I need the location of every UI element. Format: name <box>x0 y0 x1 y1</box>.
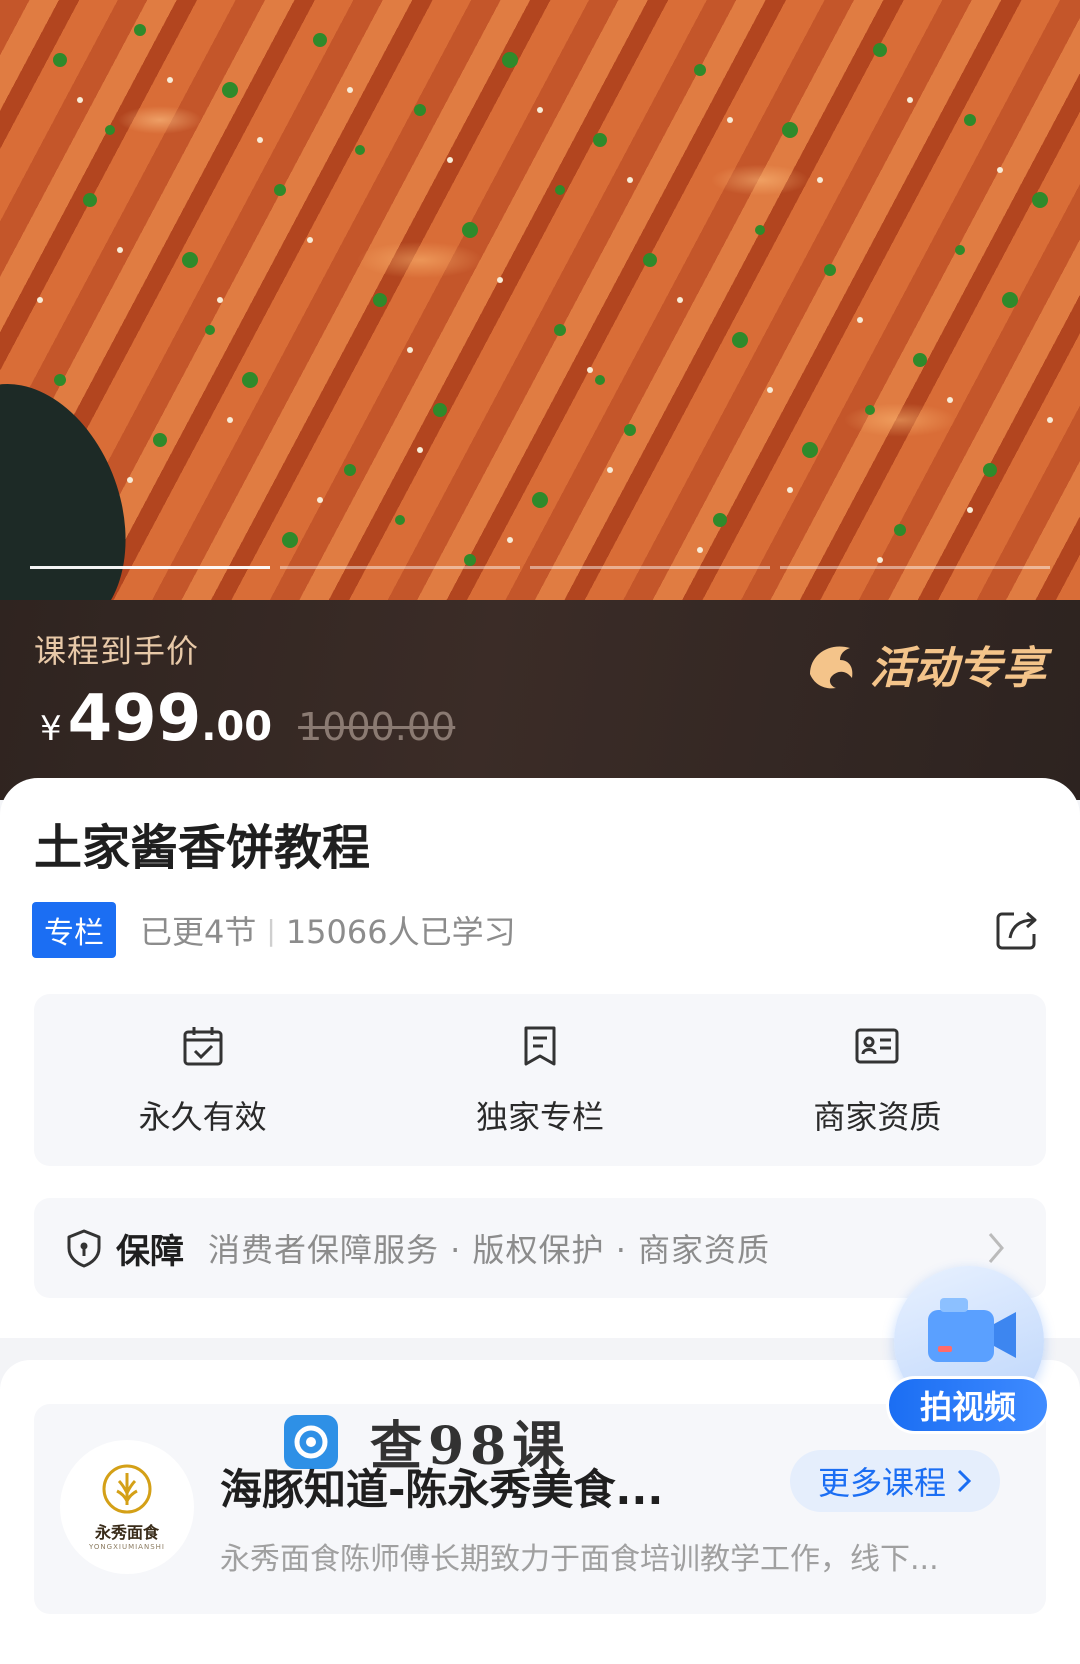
course-info-card: 土家酱香饼教程 专栏 已更4节 | 15066人已学习 永久有效 独家专栏 商家… <box>0 778 1080 1338</box>
price-amount-decimal: .00 <box>201 704 273 750</box>
more-courses-button[interactable]: 更多课程 <box>789 1450 1000 1512</box>
shop-logo: 永秀面食 YONGXIUMIANSHI <box>60 1440 194 1574</box>
watermark-text: 查98课 <box>370 1416 571 1477</box>
price-amount-integer: 499 <box>67 682 202 756</box>
course-title: 土家酱香饼教程 <box>34 820 371 876</box>
id-card-icon <box>855 1028 899 1064</box>
dolphin-icon <box>810 646 853 689</box>
shop-logo-subtext: YONGXIUMIANSHI <box>89 1543 165 1551</box>
shoot-video-label: 拍视频 <box>886 1376 1050 1434</box>
price-banner: 课程到手价 ¥ 499 .00 1000.00 活动专享 <box>0 600 1080 800</box>
price-currency: ¥ <box>40 709 62 749</box>
learner-count: 15066人已学习 <box>285 913 516 951</box>
feature-qualification: 商家资质 <box>709 994 1046 1166</box>
watermark-logo-icon <box>284 1414 338 1469</box>
column-badge: 专栏 <box>32 902 116 958</box>
share-icon[interactable] <box>994 906 1040 952</box>
price-row: ¥ 499 .00 1000.00 <box>40 682 455 756</box>
chevron-right-icon <box>988 1233 1004 1263</box>
shop-description: 永秀面食陈师傅长期致力于面食培训教学工作，线下... <box>220 1542 939 1577</box>
feature-permanent: 永久有效 <box>34 994 371 1166</box>
course-cover-image[interactable] <box>0 0 1080 600</box>
shield-icon <box>67 1229 101 1268</box>
carousel-indicator-3 <box>530 566 770 569</box>
meta-separator: | <box>266 913 276 947</box>
calendar-check-icon <box>183 1027 223 1066</box>
wheat-logo-icon <box>102 1464 152 1514</box>
feature-label: 商家资质 <box>813 1098 942 1136</box>
updated-count: 已更4节 <box>140 913 257 951</box>
watermark: 查98课 <box>282 1404 570 1479</box>
shoot-video-button[interactable]: 拍视频 <box>886 1266 1050 1436</box>
feature-label: 独家专栏 <box>475 1098 604 1136</box>
promo-text: 活动专享 <box>870 643 1046 694</box>
shop-logo-text: 永秀面食 <box>94 1523 159 1542</box>
feature-label: 永久有效 <box>138 1098 267 1136</box>
carousel-indicator-2 <box>280 566 520 569</box>
feature-exclusive: 独家专栏 <box>371 994 708 1166</box>
more-courses-label: 更多课程 <box>817 1464 946 1502</box>
cover-garnish-overlay <box>37 24 1053 566</box>
guarantee-items: 消费者保障服务 · 版权保护 · 商家资质 <box>208 1231 771 1269</box>
feature-panel: 永久有效 独家专栏 商家资质 <box>34 994 1046 1166</box>
promo-badge: 活动专享 <box>800 632 1046 696</box>
bookmark-doc-icon <box>524 1026 556 1066</box>
original-price: 1000.00 <box>298 705 456 749</box>
course-meta: 专栏 已更4节 | 15066人已学习 <box>32 902 516 958</box>
carousel-indicator-1 <box>30 566 270 569</box>
guarantee-title: 保障 <box>116 1231 184 1272</box>
carousel-indicator-4 <box>780 566 1050 569</box>
price-label: 课程到手价 <box>34 632 200 670</box>
chevron-right-icon <box>957 1469 972 1493</box>
